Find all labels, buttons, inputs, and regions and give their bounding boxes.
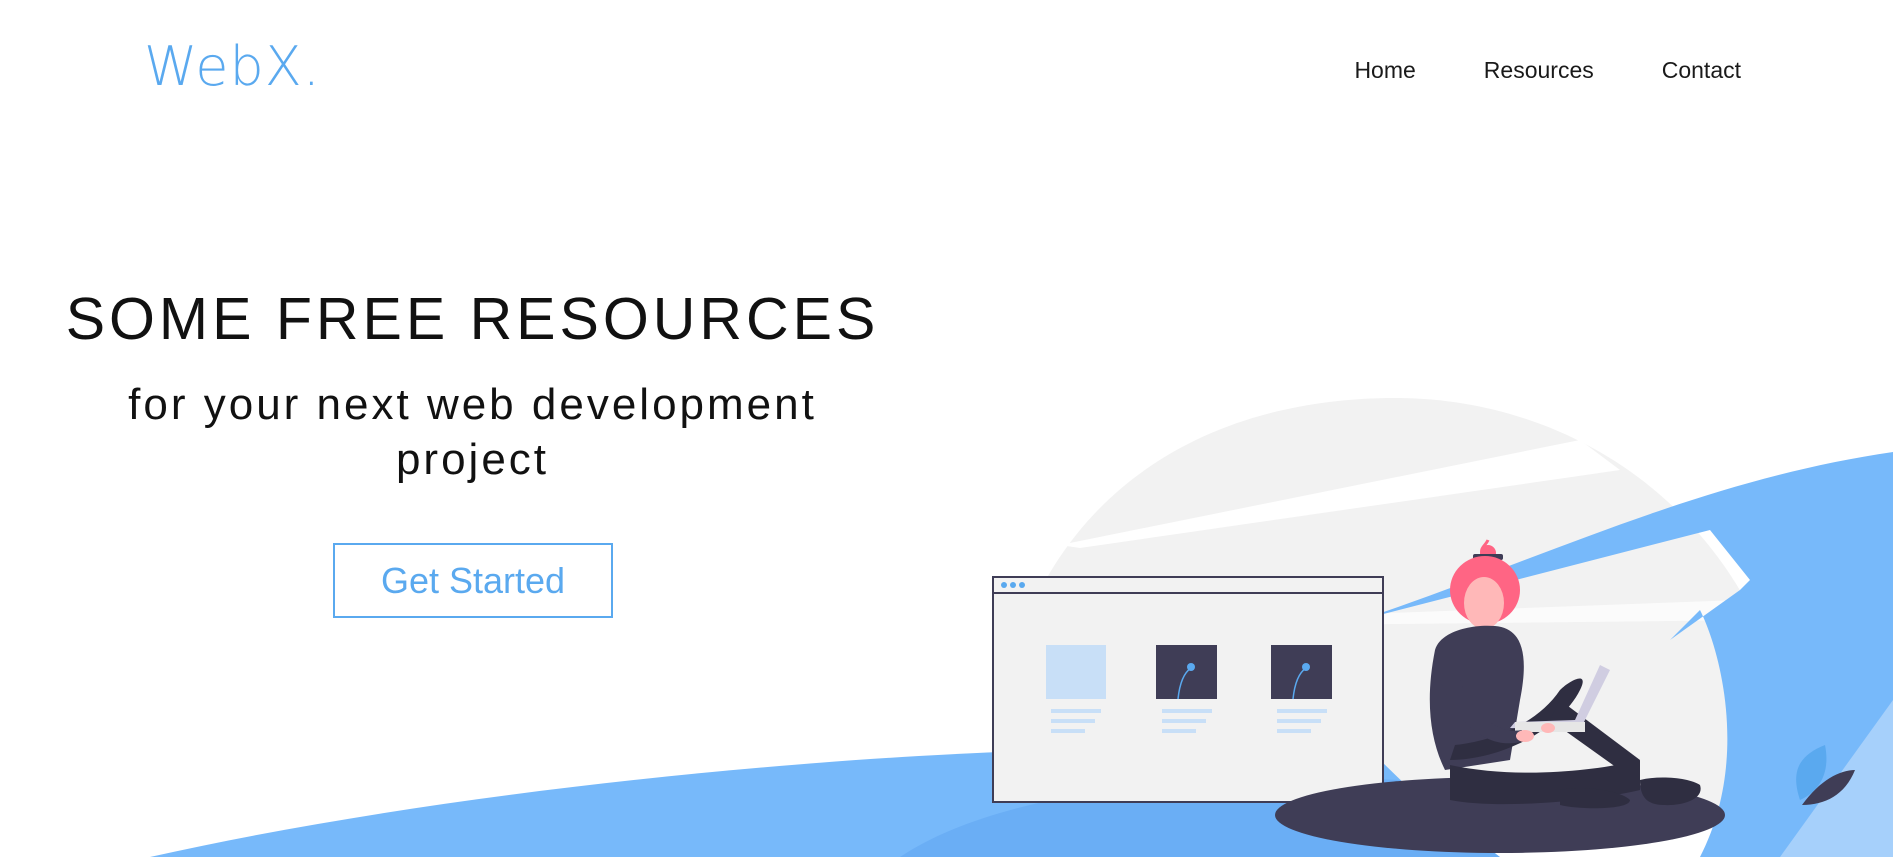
browser-window	[992, 576, 1384, 803]
background-circle	[990, 398, 1800, 820]
plant-leaves	[1796, 745, 1855, 805]
hero-subtitle: for your next web development project	[128, 380, 817, 484]
woman-figure	[1429, 539, 1701, 809]
nav-link-resources[interactable]: Resources	[1484, 56, 1594, 84]
right-wave-light	[1780, 700, 1893, 857]
landing-page: WebX. Home Resources Contact SOME FREE R…	[0, 0, 1893, 857]
nav-link-home[interactable]: Home	[1354, 56, 1415, 84]
bottom-wave-dark	[900, 777, 1500, 857]
hero-title: SOME FREE RESOURCES	[65, 286, 880, 352]
main-nav: Home Resources Contact	[1354, 56, 1741, 84]
light-streak	[1200, 600, 1760, 626]
light-streak	[1060, 440, 1620, 548]
hero-section: SOME FREE RESOURCES for your next web de…	[30, 285, 915, 487]
right-wave	[1360, 452, 1893, 857]
bottom-wave	[150, 752, 1480, 857]
ground-ellipse	[1275, 777, 1725, 853]
brand-logo[interactable]: WebX.	[144, 40, 321, 94]
get-started-button[interactable]: Get Started	[333, 543, 613, 618]
nav-link-contact[interactable]: Contact	[1662, 56, 1741, 84]
